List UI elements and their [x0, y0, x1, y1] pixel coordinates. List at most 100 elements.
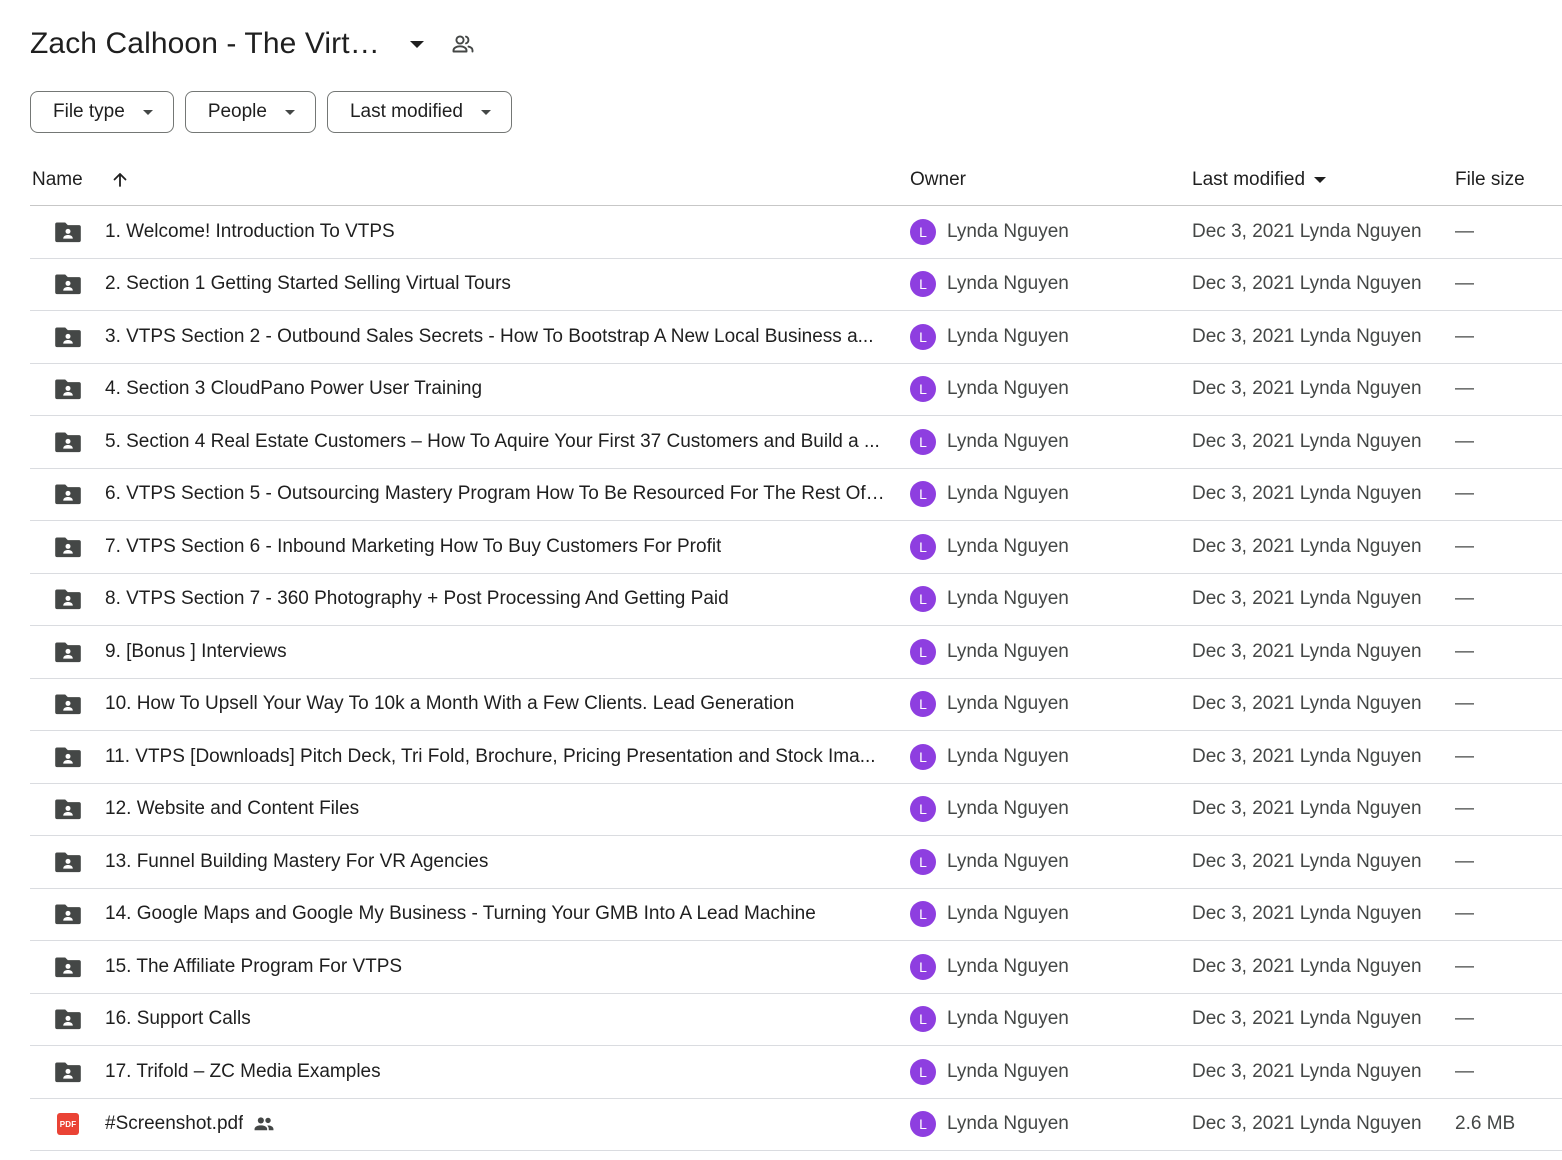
chevron-down-icon[interactable] [402, 29, 432, 59]
owner-name: Lynda Nguyen [947, 903, 1069, 925]
table-row[interactable]: 2. Section 1 Getting Started Selling Vir… [30, 259, 1562, 311]
table-row[interactable]: 12. Website and Content Files L Lynda Nguy… [30, 784, 1562, 836]
file-name-cell[interactable]: 4. Section 3 CloudPano Power User Traini… [105, 364, 885, 416]
table-row[interactable]: 10. How To Upsell Your Way To 10k a Mont… [30, 679, 1562, 731]
table-row[interactable]: 6. VTPS Section 5 - Outsourcing Mastery … [30, 469, 1562, 521]
file-name-cell[interactable]: 3. VTPS Section 2 - Outbound Sales Secre… [105, 311, 885, 363]
file-name: 5. Section 4 Real Estate Customers – How… [105, 430, 880, 452]
shared-file-icon [253, 1115, 275, 1133]
owner-avatar: L [910, 638, 936, 665]
table-row[interactable]: PDF #Screenshot.pdf L Lynda Nguyen Dec 3, 20… [30, 1099, 1562, 1151]
shared-with-people-icon[interactable] [448, 29, 478, 59]
file-size-cell: — [1455, 850, 1474, 872]
owner-name: Lynda Nguyen [947, 588, 1069, 610]
last-modified-cell: Dec 3, 2021 Lynda Nguyen [1192, 903, 1422, 925]
table-row[interactable]: 8. VTPS Section 7 - 360 Photography + Po… [30, 574, 1562, 626]
file-name-cell[interactable]: 8. VTPS Section 7 - 360 Photography + Po… [105, 574, 885, 626]
file-name-cell[interactable]: #Screenshot.pdf [105, 1099, 885, 1151]
last-modified-cell: Dec 3, 2021 Lynda Nguyen [1192, 1060, 1422, 1082]
file-name-cell[interactable]: 5. Section 4 Real Estate Customers – How… [105, 416, 885, 468]
owner-avatar: L [910, 691, 936, 718]
shared-folder-icon [54, 626, 82, 678]
table-row[interactable]: 4. Section 3 CloudPano Power User Traini… [30, 364, 1562, 416]
file-name-cell[interactable]: 14. Google Maps and Google My Business -… [105, 889, 885, 941]
file-name: 14. Google Maps and Google My Business -… [105, 903, 816, 925]
file-size-cell: — [1455, 798, 1474, 820]
owner-avatar: L [910, 848, 936, 875]
shared-folder-icon [54, 941, 82, 993]
file-size-cell: — [1455, 1008, 1474, 1030]
file-name: 8. VTPS Section 7 - 360 Photography + Po… [105, 588, 729, 610]
shared-folder-icon [54, 1046, 82, 1098]
owner-cell: L Lynda Nguyen [910, 784, 1069, 836]
table-row[interactable]: 9. [Bonus ] Interviews L Lynda Nguyen Dec 3… [30, 626, 1562, 679]
owner-name: Lynda Nguyen [947, 273, 1069, 295]
last-modified-cell: Dec 3, 2021 Lynda Nguyen [1192, 1113, 1422, 1135]
owner-avatar: L [910, 271, 936, 298]
arrow-up-icon[interactable] [111, 171, 129, 189]
shared-folder-icon [54, 259, 82, 311]
table-row[interactable]: 7. VTPS Section 6 - Inbound Marketing Ho… [30, 521, 1562, 574]
file-name-cell[interactable]: 6. VTPS Section 5 - Outsourcing Mastery … [105, 469, 885, 521]
file-type-filter[interactable]: File type [30, 91, 174, 133]
table-row[interactable]: 17. Trifold – ZC Media Examples L Lynda Ng… [30, 1046, 1562, 1099]
file-type-filter-label: File type [53, 101, 125, 122]
owner-name: Lynda Nguyen [947, 798, 1069, 820]
owner-cell: L Lynda Nguyen [910, 311, 1069, 363]
shared-folder-icon [54, 416, 82, 468]
file-name: 10. How To Upsell Your Way To 10k a Mont… [105, 693, 795, 715]
file-name-cell[interactable]: 9. [Bonus ] Interviews [105, 626, 885, 678]
owner-cell: L Lynda Nguyen [910, 206, 1069, 258]
owner-avatar: L [910, 953, 936, 980]
owner-name: Lynda Nguyen [947, 1113, 1069, 1135]
owner-avatar: L [910, 323, 936, 350]
table-row[interactable]: 14. Google Maps and Google My Business -… [30, 889, 1562, 941]
table-row[interactable]: 11. VTPS [Downloads] Pitch Deck, Tri Fol… [30, 731, 1562, 784]
owner-column-header: Owner [910, 168, 966, 190]
file-name-cell[interactable]: 17. Trifold – ZC Media Examples [105, 1046, 885, 1098]
file-name-cell[interactable]: 2. Section 1 Getting Started Selling Vir… [105, 259, 885, 311]
table-row[interactable]: 5. Section 4 Real Estate Customers – How… [30, 416, 1562, 469]
owner-avatar: L [910, 218, 936, 245]
file-name: 9. [Bonus ] Interviews [105, 640, 287, 662]
file-name-cell[interactable]: 1. Welcome! Introduction To VTPS [105, 206, 885, 258]
sort-dropdown-icon[interactable] [1314, 176, 1327, 183]
file-name-cell[interactable]: 11. VTPS [Downloads] Pitch Deck, Tri Fol… [105, 731, 885, 783]
owner-name: Lynda Nguyen [947, 325, 1069, 347]
file-size-cell: — [1455, 430, 1474, 452]
owner-name: Lynda Nguyen [947, 483, 1069, 505]
file-name-cell[interactable]: 10. How To Upsell Your Way To 10k a Mont… [105, 679, 885, 731]
file-name-cell[interactable]: 12. Website and Content Files [105, 784, 885, 836]
shared-folder-icon [54, 311, 82, 363]
owner-cell: L Lynda Nguyen [910, 416, 1069, 468]
name-column-header[interactable]: Name [32, 153, 129, 206]
shared-folder-icon [54, 889, 82, 941]
last-modified-cell: Dec 3, 2021 Lynda Nguyen [1192, 430, 1422, 452]
table-row[interactable]: 1. Welcome! Introduction To VTPS L Lynda N… [30, 206, 1562, 259]
table-row[interactable]: 15. The Affiliate Program For VTPS L Lynda… [30, 941, 1562, 994]
file-size-cell: — [1455, 903, 1474, 925]
last-modified-cell: Dec 3, 2021 Lynda Nguyen [1192, 378, 1422, 400]
last-modified-filter[interactable]: Last modified [326, 91, 512, 133]
table-row[interactable]: 16. Support Calls L Lynda Nguyen Dec 3, 202… [30, 994, 1562, 1046]
owner-cell: L Lynda Nguyen [910, 679, 1069, 731]
table-row[interactable]: 3. VTPS Section 2 - Outbound Sales Secre… [30, 311, 1562, 364]
owner-avatar: L [910, 1006, 936, 1033]
owner-cell: L Lynda Nguyen [910, 731, 1069, 783]
owner-cell: L Lynda Nguyen [910, 521, 1069, 573]
file-name-cell[interactable]: 15. The Affiliate Program For VTPS [105, 941, 885, 993]
owner-avatar: L [910, 533, 936, 560]
file-name-cell[interactable]: 16. Support Calls [105, 994, 885, 1046]
folder-title[interactable]: Zach Calhoon - The Virt… [30, 27, 380, 61]
file-size-cell: — [1455, 273, 1474, 295]
file-size-cell: — [1455, 693, 1474, 715]
shared-folder-icon [54, 836, 82, 888]
last-modified-cell: Dec 3, 2021 Lynda Nguyen [1192, 850, 1422, 872]
table-row[interactable]: 13. Funnel Building Mastery For VR Agenc… [30, 836, 1562, 889]
people-filter[interactable]: People [184, 91, 316, 133]
pdf-file-icon-label: PDF [57, 1113, 79, 1136]
shared-folder-icon [54, 784, 82, 836]
file-name-cell[interactable]: 13. Funnel Building Mastery For VR Agenc… [105, 836, 885, 888]
file-name-cell[interactable]: 7. VTPS Section 6 - Inbound Marketing Ho… [105, 521, 885, 573]
last-modified-column-header[interactable]: Last modified [1192, 153, 1327, 206]
